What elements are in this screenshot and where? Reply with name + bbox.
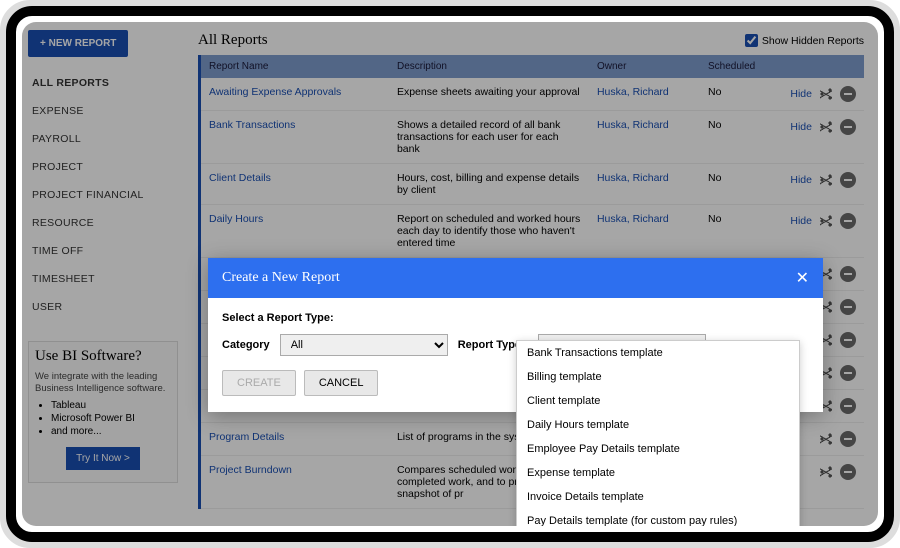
bi-list: Tableau Microsoft Power BI and more... (51, 400, 171, 437)
nav-resource[interactable]: RESOURCE (28, 209, 178, 237)
sidebar: + NEW REPORT ALL REPORTS EXPENSE PAYROLL… (22, 22, 184, 526)
bi-item: Microsoft Power BI (51, 413, 171, 424)
col-scheduled[interactable]: Scheduled (700, 55, 780, 78)
dropdown-option[interactable]: Bank Transactions template (517, 341, 799, 365)
nav-project-financial[interactable]: PROJECT FINANCIAL (28, 181, 178, 209)
bi-item: Tableau (51, 400, 171, 411)
report-name-link[interactable]: Program Details (209, 431, 284, 443)
scheduled-val: No (700, 164, 780, 205)
owner-link[interactable]: Huska, Richard (597, 213, 669, 225)
dropdown-option[interactable]: Employee Pay Details template (517, 437, 799, 461)
report-name-link[interactable]: Client Details (209, 172, 271, 184)
share-icon[interactable] (818, 431, 834, 447)
remove-icon[interactable] (840, 213, 856, 229)
report-name-link[interactable]: Project Burndown (209, 464, 292, 476)
owner-link[interactable]: Huska, Richard (597, 86, 669, 98)
share-icon[interactable] (818, 464, 834, 480)
report-type-dropdown[interactable]: Bank Transactions templateBilling templa… (516, 340, 800, 526)
hide-link[interactable]: Hide (790, 215, 812, 227)
remove-icon[interactable] (840, 119, 856, 135)
bi-desc: We integrate with the leading Business I… (35, 371, 171, 396)
show-hidden-label: Show Hidden Reports (762, 35, 864, 47)
nav-user[interactable]: USER (28, 293, 178, 321)
bi-title: Use BI Software? (35, 348, 171, 365)
close-icon[interactable]: ✕ (796, 268, 809, 288)
dropdown-option[interactable]: Pay Details template (for custom pay rul… (517, 509, 799, 526)
remove-icon[interactable] (840, 365, 856, 381)
report-name-link[interactable]: Awaiting Expense Approvals (209, 86, 341, 98)
report-name-link[interactable]: Daily Hours (209, 213, 263, 225)
col-actions (780, 55, 864, 78)
share-icon[interactable] (818, 119, 834, 135)
new-report-button[interactable]: + NEW REPORT (28, 30, 128, 57)
page-title: All Reports (198, 32, 268, 49)
modal-header: Create a New Report ✕ (208, 258, 823, 298)
remove-icon[interactable] (840, 332, 856, 348)
show-hidden-toggle[interactable]: Show Hidden Reports (745, 34, 864, 47)
owner-link[interactable]: Huska, Richard (597, 172, 669, 184)
remove-icon[interactable] (840, 398, 856, 414)
col-description[interactable]: Description (389, 55, 589, 78)
table-row: Awaiting Expense Approvals Expense sheets… (200, 78, 865, 111)
remove-icon[interactable] (840, 172, 856, 188)
remove-icon[interactable] (840, 86, 856, 102)
show-hidden-checkbox[interactable] (745, 34, 758, 47)
report-desc: Shows a detailed record of all bank tran… (389, 111, 589, 164)
hide-link[interactable]: Hide (790, 88, 812, 100)
try-it-now-button[interactable]: Try It Now > (66, 447, 140, 470)
dropdown-option[interactable]: Client template (517, 389, 799, 413)
table-row: Daily Hours Report on scheduled and worke… (200, 205, 865, 258)
owner-link[interactable]: Huska, Richard (597, 119, 669, 131)
modal-title: Create a New Report (222, 270, 340, 286)
table-row: Client Details Hours, cost, billing and e… (200, 164, 865, 205)
select-report-type-label: Select a Report Type: (222, 312, 809, 324)
report-name-link[interactable]: Bank Transactions (209, 119, 295, 131)
scheduled-val: No (700, 111, 780, 164)
nav-expense[interactable]: EXPENSE (28, 97, 178, 125)
share-icon[interactable] (818, 172, 834, 188)
remove-icon[interactable] (840, 266, 856, 282)
nav-payroll[interactable]: PAYROLL (28, 125, 178, 153)
nav-all-reports[interactable]: ALL REPORTS (28, 69, 178, 97)
dropdown-option[interactable]: Billing template (517, 365, 799, 389)
category-label: Category (222, 339, 270, 351)
dropdown-option[interactable]: Daily Hours template (517, 413, 799, 437)
hide-link[interactable]: Hide (790, 174, 812, 186)
nav-time-off[interactable]: TIME OFF (28, 237, 178, 265)
report-desc: Hours, cost, billing and expense details… (389, 164, 589, 205)
report-desc: Expense sheets awaiting your approval (389, 78, 589, 111)
remove-icon[interactable] (840, 464, 856, 480)
share-icon[interactable] (818, 86, 834, 102)
hide-link[interactable]: Hide (790, 121, 812, 133)
dropdown-option[interactable]: Invoice Details template (517, 485, 799, 509)
cancel-button[interactable]: CANCEL (304, 370, 379, 396)
scheduled-val: No (700, 205, 780, 258)
table-row: Bank Transactions Shows a detailed record… (200, 111, 865, 164)
bi-card: Use BI Software? We integrate with the l… (28, 341, 178, 483)
col-owner[interactable]: Owner (589, 55, 700, 78)
bi-item: and more... (51, 426, 171, 437)
remove-icon[interactable] (840, 299, 856, 315)
nav-timesheet[interactable]: TIMESHEET (28, 265, 178, 293)
remove-icon[interactable] (840, 431, 856, 447)
report-desc: Report on scheduled and worked hours eac… (389, 205, 589, 258)
dropdown-option[interactable]: Expense template (517, 461, 799, 485)
category-select[interactable]: All (280, 334, 448, 356)
nav-project[interactable]: PROJECT (28, 153, 178, 181)
scheduled-val: No (700, 78, 780, 111)
col-report-name[interactable]: Report Name (200, 55, 389, 78)
share-icon[interactable] (818, 213, 834, 229)
create-button[interactable]: CREATE (222, 370, 296, 396)
